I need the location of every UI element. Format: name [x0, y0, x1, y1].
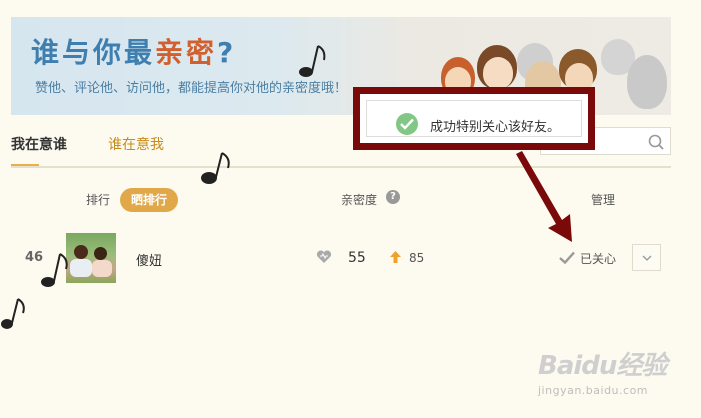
help-icon[interactable]: ? [386, 190, 400, 204]
banner-title-part1: 谁与你最 [31, 36, 156, 69]
more-options-button[interactable] [632, 244, 661, 271]
toast-body: 成功特别关心该好友。 [366, 100, 582, 137]
banner-title-part2: ? [217, 36, 237, 69]
intimacy-column-label: 亲密度 [341, 193, 378, 207]
music-note-icon [1, 298, 25, 329]
cared-status-button[interactable]: 已关心 [580, 250, 616, 267]
toast-message: 成功特别关心该好友。 [430, 120, 561, 135]
rank-column-label: 排行 [86, 193, 111, 207]
banner-title: 谁与你最亲密? [31, 31, 236, 71]
chevron-down-icon [642, 255, 652, 261]
tab-i-care[interactable]: 我在意谁 [11, 134, 67, 154]
search-icon[interactable] [648, 134, 664, 150]
avatar[interactable] [66, 233, 116, 283]
music-note-icon [299, 45, 326, 77]
watermark-url: jingyan.baidu.com [538, 384, 649, 397]
share-rank-button[interactable]: 晒排行 [120, 188, 178, 212]
success-toast: 成功特别关心该好友。 [353, 87, 595, 150]
friend-name[interactable]: 傻妞 [136, 250, 162, 269]
music-note-icon [201, 152, 230, 184]
heart-icon [316, 250, 332, 263]
check-icon [559, 251, 575, 264]
tab-cares-me[interactable]: 谁在意我 [108, 134, 164, 154]
watermark-brand: Baidu经验 [538, 351, 667, 381]
annotation-arrow-icon [516, 151, 572, 242]
intimacy-value: 55 [348, 250, 366, 266]
baidu-watermark: Baidu经验 jingyan.baidu.com [538, 345, 667, 397]
intimacy-rise-value: 85 [409, 251, 425, 265]
manage-column-label: 管理 [591, 193, 616, 207]
arrow-up-icon [390, 251, 401, 263]
check-circle-icon [396, 113, 418, 135]
music-note-icon [41, 253, 68, 287]
banner-title-highlight: 亲密 [155, 36, 218, 69]
